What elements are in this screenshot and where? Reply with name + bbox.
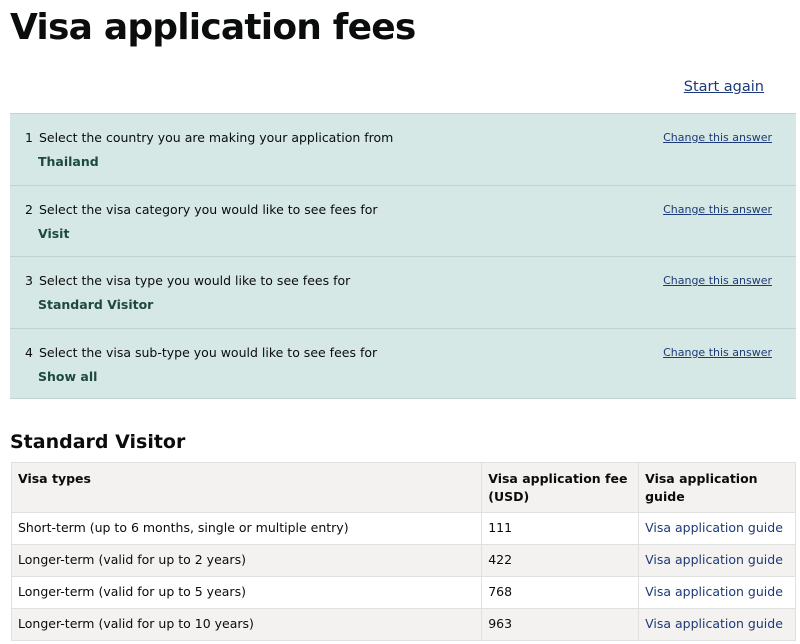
fee-cell: 768: [481, 576, 640, 609]
visa-application-guide-link[interactable]: Visa application guide: [645, 552, 783, 567]
question-text: Select the country you are making your a…: [38, 130, 394, 145]
visa-type-cell: Short-term (up to 6 months, single or mu…: [10, 512, 483, 545]
table-row: Longer-term (valid for up to 2 years) 42…: [10, 544, 796, 577]
question-number: 3: [25, 273, 33, 288]
question-label: 2 Select the visa category you would like…: [25, 202, 378, 217]
answer-row-type: 3 Select the visa type you would like to …: [10, 257, 796, 329]
visa-type-cell: Longer-term (valid for up to 5 years): [10, 576, 483, 609]
page-title: Visa application fees: [10, 7, 416, 48]
table-row: Longer-term (valid for up to 10 years) 9…: [10, 608, 796, 641]
fee-cell: 963: [481, 608, 640, 641]
answer-value: Thailand: [38, 154, 99, 169]
question-text: Select the visa category you would like …: [38, 201, 378, 217]
fee-cell: 111: [481, 512, 640, 545]
visa-type-cell: Longer-term (valid for up to 2 years): [10, 544, 483, 577]
table-header-row: Visa types Visa application fee (USD) Vi…: [10, 462, 796, 513]
change-answer-link[interactable]: Change this answer: [663, 274, 772, 287]
answer-row-category: 2 Select the visa category you would like…: [10, 186, 796, 257]
question-number: 4: [25, 344, 33, 360]
guide-cell: Visa application guide: [638, 512, 796, 545]
column-header-guide: Visa application guide: [638, 462, 796, 513]
visa-type-cell: Longer-term (valid for up to 10 years): [10, 608, 483, 641]
answer-row-country: 1 Select the country you are making your …: [10, 114, 796, 186]
previous-answers-panel: 1 Select the country you are making your …: [10, 113, 796, 399]
question-number: 2: [25, 201, 33, 217]
answer-row-subtype: 4 Select the visa sub-type you would like…: [10, 329, 796, 401]
fees-table: Visa types Visa application fee (USD) Vi…: [10, 462, 796, 641]
table-row: Longer-term (valid for up to 5 years) 76…: [10, 576, 796, 609]
visa-application-guide-link[interactable]: Visa application guide: [645, 584, 783, 599]
question-text: Select the visa sub-type you would like …: [38, 344, 378, 360]
change-answer-link[interactable]: Change this answer: [663, 203, 772, 216]
guide-cell: Visa application guide: [638, 608, 796, 641]
start-again-link[interactable]: Start again: [684, 79, 764, 95]
guide-cell: Visa application guide: [638, 576, 796, 609]
question-label: 3 Select the visa type you would like to …: [25, 273, 350, 288]
question-text: Select the visa type you would like to s…: [38, 273, 351, 288]
change-answer-link[interactable]: Change this answer: [663, 346, 772, 359]
results-heading: Standard Visitor: [10, 431, 186, 453]
fee-cell: 422: [481, 544, 640, 577]
table-row: Short-term (up to 6 months, single or mu…: [10, 512, 796, 545]
column-header-fee: Visa application fee (USD): [481, 462, 640, 513]
visa-application-guide-link[interactable]: Visa application guide: [645, 520, 783, 535]
guide-cell: Visa application guide: [638, 544, 796, 577]
answer-value: Show all: [38, 368, 98, 384]
question-label: 1 Select the country you are making your …: [25, 130, 393, 145]
column-header-visa-types: Visa types: [10, 462, 483, 513]
change-answer-link[interactable]: Change this answer: [663, 131, 772, 144]
visa-application-guide-link[interactable]: Visa application guide: [645, 616, 783, 631]
answer-value: Standard Visitor: [38, 297, 154, 312]
question-number: 1: [25, 130, 33, 145]
question-label: 4 Select the visa sub-type you would like…: [25, 345, 377, 360]
answer-value: Visit: [38, 225, 70, 241]
